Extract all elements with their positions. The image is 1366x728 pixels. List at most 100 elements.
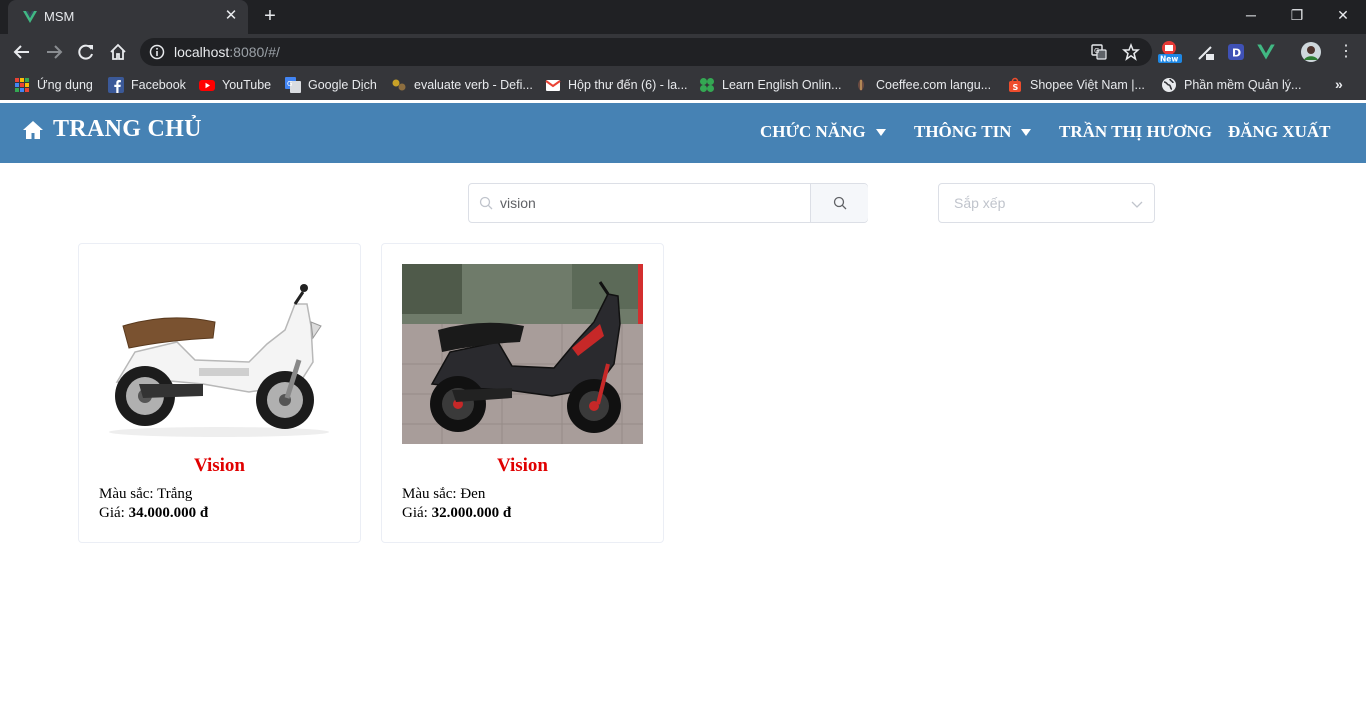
url-path: :8080/#/: [229, 44, 280, 60]
product-color: Màu sắc: Đen: [402, 486, 485, 503]
color-value: Đen: [460, 486, 486, 502]
search-input[interactable]: [500, 185, 805, 221]
address-bar[interactable]: localhost:8080/#/ G: [140, 38, 1152, 66]
facebook-icon: [108, 77, 124, 93]
dictionary-icon: [392, 79, 406, 91]
bookmark-label: Ứng dụng: [37, 78, 93, 92]
apps-grid-icon: [15, 78, 29, 92]
profile-avatar[interactable]: [1301, 42, 1321, 62]
gmail-icon: [545, 80, 561, 91]
minimize-icon[interactable]: ─: [1228, 0, 1274, 30]
info-icon[interactable]: [149, 44, 165, 60]
globe-icon: [1162, 78, 1176, 92]
menu-features[interactable]: CHỨC NĂNG: [760, 122, 886, 142]
product-name: Vision: [496, 455, 549, 476]
bookmark-label: Phần mềm Quản lý...: [1184, 78, 1302, 92]
black-scooter-photo: [402, 264, 643, 444]
search-button[interactable]: [810, 184, 868, 222]
chevron-down-icon: [1131, 201, 1143, 208]
bookmark-learn-english[interactable]: Learn English Onlin...: [699, 77, 842, 93]
extension-pen-icon[interactable]: [1196, 42, 1216, 62]
vue-logo-icon: [23, 11, 37, 23]
vue-devtools-icon[interactable]: [1256, 42, 1276, 62]
shopee-icon: S: [1009, 77, 1021, 92]
product-name: Vision: [193, 455, 246, 476]
restore-icon[interactable]: ❐: [1274, 0, 1320, 30]
bookmark-apps[interactable]: Ứng dụng: [14, 77, 93, 93]
youtube-icon: [199, 80, 215, 91]
color-label: Màu sắc:: [99, 486, 154, 502]
home-icon: [23, 120, 43, 139]
price-value: 32.000.000 đ: [431, 505, 512, 521]
caret-down-icon: [875, 128, 886, 136]
user-name: TRẦN THỊ HƯƠNG: [1059, 122, 1213, 141]
browser-tab[interactable]: MSM ✕: [8, 0, 248, 34]
tab-close-icon[interactable]: ✕: [222, 7, 240, 25]
bookmark-label: YouTube: [222, 78, 272, 92]
back-icon[interactable]: [9, 39, 35, 65]
bookmark-label: Coeffee.com langu...: [876, 78, 992, 92]
extension-gift-icon[interactable]: New: [1158, 41, 1182, 64]
google-translate-icon: G: [285, 77, 301, 93]
menu-info-label: THÔNG TIN: [914, 122, 1012, 141]
search-icon: [833, 196, 847, 210]
logout-link[interactable]: ĐĂNG XUẤT: [1228, 122, 1330, 142]
url-host: localhost: [174, 44, 230, 60]
white-scooter-image: [99, 264, 340, 444]
bookmark-facebook[interactable]: Facebook: [108, 77, 186, 93]
svg-text:D: D: [1232, 47, 1241, 60]
price-value: 34.000.000 đ: [128, 505, 209, 521]
bookmark-star-icon[interactable]: [1122, 43, 1140, 61]
sort-select[interactable]: Sắp xếp: [938, 183, 1155, 223]
reload-icon[interactable]: [73, 39, 99, 65]
forward-icon[interactable]: [41, 39, 67, 65]
app-header: TRANG CHỦ CHỨC NĂNG THÔNG TIN TRẦN THỊ H…: [0, 103, 1366, 163]
caret-down-icon: [1021, 128, 1032, 136]
bookmark-evaluate-verb[interactable]: evaluate verb - Defi...: [391, 77, 533, 93]
bookmark-label: Facebook: [131, 78, 186, 92]
svg-text:S: S: [1013, 83, 1019, 92]
tab-title: MSM: [44, 9, 75, 24]
product-price: Giá: 32.000.000 đ: [402, 505, 511, 522]
page-title: TRANG CHỦ: [53, 116, 202, 142]
bookmarks-bar: Ứng dụng Facebook YouTube G Google Dịch …: [0, 70, 1366, 100]
bookmark-youtube[interactable]: YouTube: [199, 77, 271, 93]
extension-badge: New: [1160, 55, 1178, 64]
browser-toolbar: localhost:8080/#/ G New D ⋮: [0, 34, 1366, 70]
svg-text:G: G: [287, 80, 292, 88]
new-tab-icon[interactable]: +: [259, 5, 281, 27]
menu-user[interactable]: TRẦN THỊ HƯƠNG: [1059, 122, 1212, 142]
bookmark-label: Shopee Việt Nam |...: [1030, 78, 1145, 92]
clover-icon: [700, 78, 714, 92]
url-text: localhost:8080/#/: [174, 44, 280, 60]
bookmark-google-translate[interactable]: G Google Dịch: [285, 77, 377, 93]
bookmarks-overflow-icon[interactable]: »: [1335, 76, 1343, 92]
product-color: Màu sắc: Trắng: [99, 486, 192, 503]
coffee-icon: [858, 79, 864, 91]
bookmark-label: Learn English Onlin...: [722, 78, 842, 92]
product-price: Giá: 34.000.000 đ: [99, 505, 208, 522]
window-close-icon[interactable]: ✕: [1320, 0, 1366, 30]
home-link[interactable]: TRANG CHỦ: [22, 116, 202, 143]
bookmark-coeffee[interactable]: Coeffee.com langu...: [853, 77, 991, 93]
svg-text:G: G: [1094, 47, 1099, 55]
search-icon: [479, 196, 493, 210]
product-card[interactable]: Vision Màu sắc: Trắng Giá: 34.000.000 đ: [78, 243, 361, 543]
bookmark-shopee[interactable]: S Shopee Việt Nam |...: [1007, 77, 1145, 93]
bookmark-gmail[interactable]: Hộp thư đến (6) - la...: [545, 77, 688, 93]
bookmark-label: Hộp thư đến (6) - la...: [568, 78, 688, 92]
bookmark-label: Google Dịch: [308, 78, 377, 92]
sort-placeholder: Sắp xếp: [954, 195, 1006, 211]
price-label: Giá:: [402, 505, 428, 521]
home-icon[interactable]: [105, 39, 131, 65]
product-card[interactable]: Vision Màu sắc: Đen Giá: 32.000.000 đ: [381, 243, 664, 543]
extension-d-icon[interactable]: D: [1226, 42, 1246, 62]
browser-menu-icon[interactable]: ⋮: [1336, 42, 1356, 62]
bookmark-phan-mem[interactable]: Phần mềm Quản lý...: [1161, 77, 1301, 93]
bookmark-label: evaluate verb - Defi...: [414, 78, 533, 92]
translate-icon[interactable]: G: [1090, 43, 1108, 61]
price-label: Giá:: [99, 505, 125, 521]
menu-features-label: CHỨC NĂNG: [760, 122, 866, 141]
color-value: Trắng: [157, 486, 193, 502]
menu-info[interactable]: THÔNG TIN: [914, 122, 1032, 142]
